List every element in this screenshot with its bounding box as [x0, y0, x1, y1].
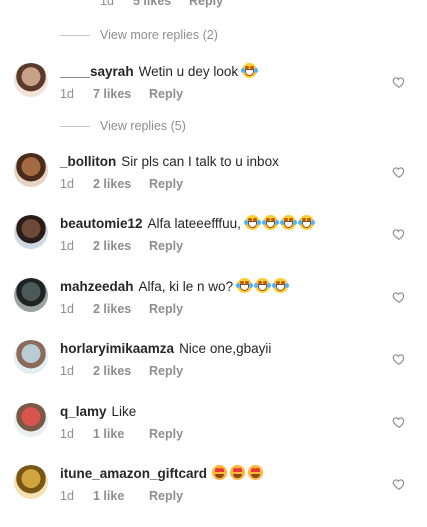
heart-eyes-emoji-icon: [212, 465, 228, 480]
view-more-replies[interactable]: View more replies (2): [60, 28, 218, 42]
avatar[interactable]: [14, 403, 48, 437]
reply-button[interactable]: Reply: [149, 239, 183, 253]
username[interactable]: q_lamy: [60, 404, 107, 419]
comment-row: _bolliton Sir pls can I talk to u inbox 1d…: [0, 153, 427, 215]
comment-meta: 1d 2 likes Reply: [60, 364, 183, 378]
comment-row: mahzeedah Alfa, ki le n wo? 1d 2 likes Repl…: [0, 278, 427, 340]
comment-likes[interactable]: 1 like: [93, 489, 149, 503]
heart-icon[interactable]: [392, 227, 406, 241]
comment-body: Nice one,gbayii: [179, 341, 272, 356]
comment-text: itune_amazon_giftcard: [60, 465, 266, 483]
comment-meta: 1d 1 like Reply: [60, 489, 183, 503]
comment-likes[interactable]: 7 likes: [93, 87, 149, 101]
avatar[interactable]: [14, 465, 48, 499]
tears-of-joy-emoji-icon: [240, 63, 258, 78]
comment-time: 1d: [60, 239, 74, 253]
avatar[interactable]: [14, 278, 48, 312]
divider-line: [60, 34, 90, 36]
tears-of-joy-emoji-icon: [235, 278, 253, 293]
comment-text: q_lamy Like: [60, 403, 136, 421]
avatar[interactable]: [14, 63, 48, 97]
heart-eyes-emoji-icon: [248, 465, 264, 480]
tears-of-joy-emoji-icon: [253, 278, 271, 293]
heart-icon[interactable]: [392, 290, 406, 304]
comment-meta: 1d 7 likes Reply: [60, 87, 183, 101]
heart-icon[interactable]: [392, 415, 406, 429]
username[interactable]: itune_amazon_giftcard: [60, 466, 207, 481]
reply-button[interactable]: Reply: [189, 0, 223, 8]
heart-icon[interactable]: [392, 165, 406, 179]
reply-button[interactable]: Reply: [149, 489, 183, 503]
comment-time: 1d: [60, 87, 74, 101]
comment-likes[interactable]: 5 likes: [133, 0, 189, 8]
comment-likes[interactable]: 1 like: [93, 427, 149, 441]
comment-body: Like: [111, 404, 137, 419]
comment-time: 1d: [100, 0, 114, 8]
comment-time: 1d: [60, 427, 74, 441]
comment-body: Sir pls can I talk to u inbox: [121, 154, 279, 169]
tears-of-joy-emoji-icon: [261, 215, 279, 230]
comment-meta: 1d 1 like Reply: [60, 427, 183, 441]
comment-time: 1d: [60, 364, 74, 378]
avatar[interactable]: [14, 340, 48, 374]
comment-meta: 1d 2 likes Reply: [60, 177, 183, 191]
username[interactable]: horlaryimikaamza: [60, 341, 174, 356]
comment-likes[interactable]: 2 likes: [93, 302, 149, 316]
tears-of-joy-emoji-icon: [279, 215, 297, 230]
comment-row: itune_amazon_giftcard 1d 1 like Reply: [0, 465, 427, 527]
comment-likes[interactable]: 2 likes: [93, 239, 149, 253]
reply-button[interactable]: Reply: [149, 364, 183, 378]
comment-time: 1d: [60, 302, 74, 316]
tears-of-joy-emoji-icon: [243, 215, 261, 230]
avatar[interactable]: [14, 153, 48, 187]
heart-eyes-emoji-icon: [230, 465, 246, 480]
comment-row: q_lamy Like 1d 1 like Reply: [0, 403, 427, 465]
heart-icon[interactable]: [392, 75, 406, 89]
reply-button[interactable]: Reply: [149, 302, 183, 316]
reply-button[interactable]: Reply: [149, 427, 183, 441]
comment-text: beautomie12 Alfa lateeefffuu,: [60, 215, 317, 233]
username[interactable]: beautomie12: [60, 216, 143, 231]
comment-likes[interactable]: 2 likes: [93, 177, 149, 191]
heart-icon[interactable]: [392, 352, 406, 366]
comment-meta: 1d 2 likes Reply: [60, 239, 183, 253]
comment-text: horlaryimikaamza Nice one,gbayii: [60, 340, 271, 358]
comment-row: beautomie12 Alfa lateeefffuu, 1d 2 likes Re…: [0, 215, 427, 277]
comment-time: 1d: [60, 177, 74, 191]
username[interactable]: mahzeedah: [60, 279, 134, 294]
tears-of-joy-emoji-icon: [297, 215, 315, 230]
username[interactable]: ____sayrah: [60, 64, 134, 79]
comment-time: 1d: [60, 489, 74, 503]
comment-body: Alfa lateeefffuu,: [147, 216, 241, 231]
username[interactable]: _bolliton: [60, 154, 116, 169]
top-comment-meta: 1d 5 likes Reply: [100, 0, 223, 8]
heart-icon[interactable]: [392, 477, 406, 491]
comment-body: Wetin u dey look: [138, 64, 239, 79]
comment-likes[interactable]: 2 likes: [93, 364, 149, 378]
divider-line: [60, 125, 90, 127]
comment-row: ____sayrah Wetin u dey look 1d 7 likes Repl…: [0, 63, 427, 125]
comment-row: horlaryimikaamza Nice one,gbayii 1d 2 likes…: [0, 340, 427, 402]
tears-of-joy-emoji-icon: [271, 278, 289, 293]
comment-text: mahzeedah Alfa, ki le n wo?: [60, 278, 291, 296]
view-more-replies-label[interactable]: View more replies (2): [100, 28, 218, 42]
comment-meta: 1d 2 likes Reply: [60, 302, 183, 316]
avatar[interactable]: [14, 215, 48, 249]
comment-text: _bolliton Sir pls can I talk to u inbox: [60, 153, 279, 171]
comment-body: Alfa, ki le n wo?: [138, 279, 234, 294]
reply-button[interactable]: Reply: [149, 87, 183, 101]
comment-text: ____sayrah Wetin u dey look: [60, 63, 260, 81]
reply-button[interactable]: Reply: [149, 177, 183, 191]
